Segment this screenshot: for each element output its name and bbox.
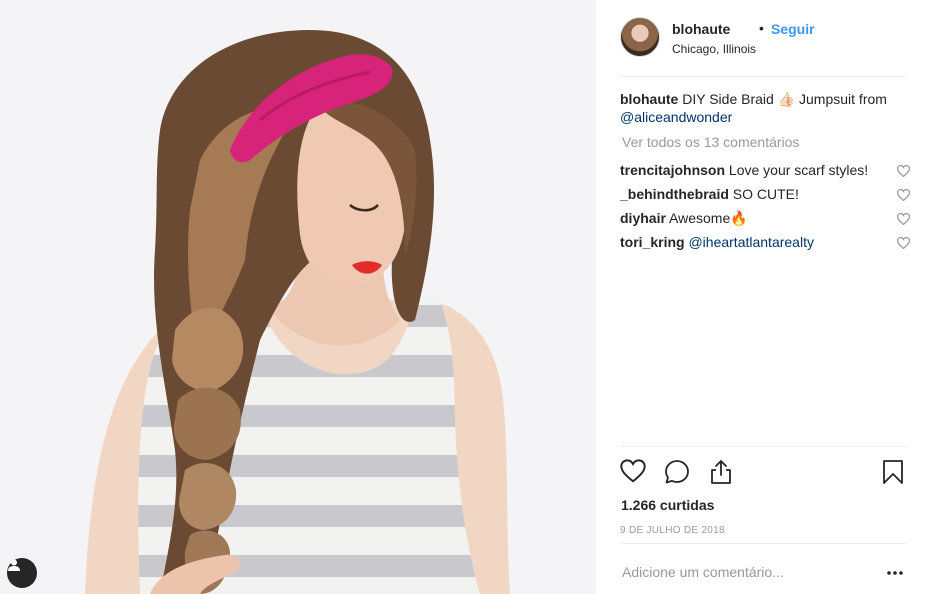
post-photo[interactable]	[0, 0, 596, 594]
comment-username[interactable]: tori_kring	[620, 234, 685, 250]
post-details-panel: blohaute • Seguir Chicago, Illinois bloh…	[596, 0, 929, 594]
comment-item: trencitajohnson Love your scarf styles!	[620, 161, 911, 181]
post-date: 9 DE JULHO DE 2018	[620, 525, 725, 536]
share-icon[interactable]	[708, 459, 736, 487]
comment-username[interactable]: _behindthebraid	[620, 186, 729, 202]
caption-mention[interactable]: @aliceandwonder	[620, 109, 732, 125]
photo-illustration	[0, 0, 596, 594]
comment-like-heart-icon[interactable]	[896, 163, 911, 181]
comment-text: Love your scarf styles!	[728, 162, 869, 178]
bookmark-icon[interactable]	[881, 459, 909, 487]
post-actions-bar	[620, 459, 907, 487]
actions-divider	[620, 446, 907, 447]
post-caption: blohaute DIY Side Braid 👍🏻 Jumpsuit from…	[620, 90, 905, 126]
likes-count[interactable]: 1.266 curtidas	[621, 497, 714, 513]
header-username[interactable]: blohaute	[672, 21, 730, 37]
comment-like-heart-icon[interactable]	[896, 211, 911, 229]
comment-item: _behindthebraid SO CUTE!	[620, 185, 911, 205]
comment-bubble-icon[interactable]	[664, 459, 692, 487]
comment-input-divider	[620, 543, 907, 544]
comment-username[interactable]: diyhair	[620, 210, 666, 226]
comment-username[interactable]: trencitajohnson	[620, 162, 725, 178]
user-tag-icon[interactable]	[7, 558, 37, 588]
caption-text: DIY Side Braid 👍🏻 Jumpsuit from	[682, 91, 887, 107]
comment-item: diyhair Awesome🔥	[620, 209, 911, 229]
view-all-comments-link[interactable]: Ver todos os 13 comentários	[622, 134, 799, 150]
comment-like-heart-icon[interactable]	[896, 235, 911, 253]
add-comment-input[interactable]: Adicione um comentário...	[622, 564, 784, 580]
comment-text: SO CUTE!	[732, 186, 799, 202]
follow-button[interactable]: Seguir	[771, 21, 815, 37]
comment-mention[interactable]: @iheartatlantarealty	[688, 234, 814, 250]
more-options-icon[interactable]	[886, 563, 906, 581]
heart-icon[interactable]	[620, 459, 648, 487]
post-header: blohaute • Seguir Chicago, Illinois	[620, 17, 907, 77]
comment-like-heart-icon[interactable]	[896, 187, 911, 205]
location-link[interactable]: Chicago, Illinois	[672, 42, 756, 56]
header-separator: •	[759, 20, 764, 36]
comment-item: tori_kring @iheartatlantarealty	[620, 233, 911, 253]
avatar[interactable]	[620, 17, 660, 57]
caption-username[interactable]: blohaute	[620, 91, 678, 107]
comment-text: Awesome🔥	[669, 210, 748, 226]
